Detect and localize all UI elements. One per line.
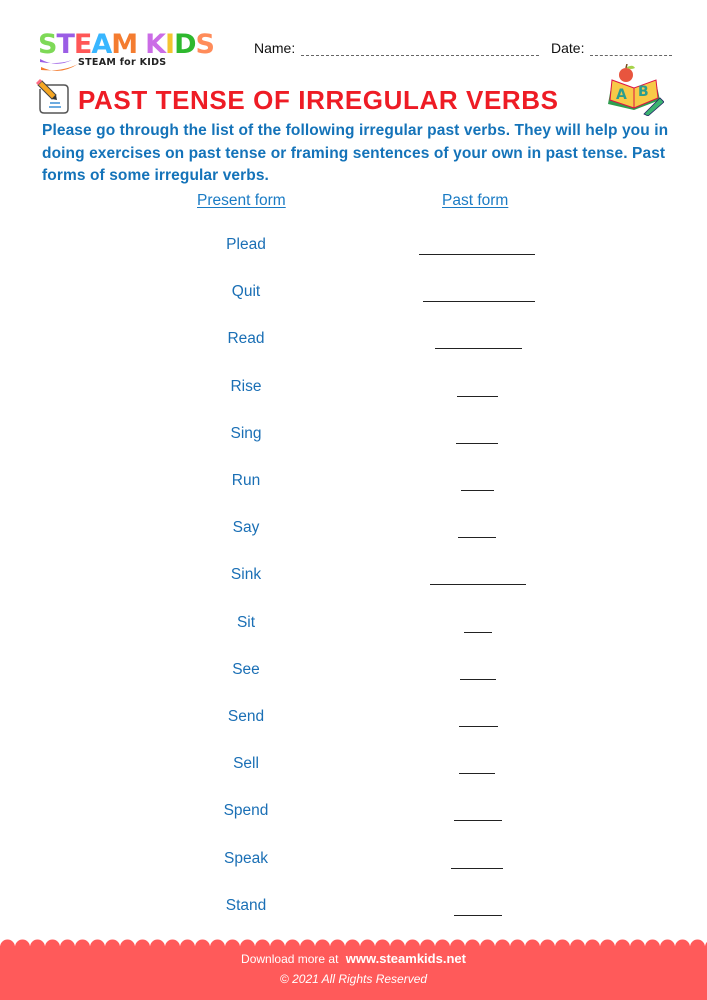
name-label: Name: — [254, 40, 296, 56]
present-form-cell: Stand — [225, 896, 267, 914]
present-form-cell: See — [232, 660, 260, 678]
date-label: Date: — [551, 40, 585, 56]
logo-letter: K — [145, 29, 166, 60]
table-row: Send — [0, 708, 707, 755]
date-input-line[interactable] — [590, 43, 673, 56]
name-field[interactable]: Name: — [254, 40, 540, 56]
logo-tagline: STEAM for KIDS — [78, 57, 167, 68]
present-form-cell: Sink — [230, 566, 262, 584]
past-form-blank[interactable] — [457, 395, 498, 397]
steam-kids-logo: STEAM KIDS STEAM for KIDS — [38, 30, 238, 75]
logo-letter: M — [111, 29, 138, 60]
present-form-cell: Quit — [231, 283, 261, 301]
footer-download: Download more at www.steamkids.net — [0, 951, 707, 966]
table-row: Read — [0, 330, 707, 377]
table-row: Speak — [0, 850, 707, 897]
name-input-line[interactable] — [301, 43, 540, 56]
table-row: Rise — [0, 378, 707, 425]
present-form-cell: Send — [227, 708, 265, 725]
present-form-cell: Plead — [226, 236, 266, 253]
footer-website-link[interactable]: www.steamkids.net — [346, 951, 466, 966]
present-form-cell: Sell — [233, 755, 259, 773]
footer-download-text: Download more at — [241, 952, 339, 966]
logo-letter: I — [165, 29, 175, 60]
present-form-cell: Speak — [224, 849, 268, 867]
past-form-blank[interactable] — [451, 867, 503, 869]
table-row: Spend — [0, 802, 707, 849]
table-row: Plead — [0, 236, 707, 283]
table-row: Sing — [0, 425, 707, 472]
page-title: PAST TENSE OF IRREGULAR VERBS — [78, 85, 559, 115]
past-form-blank[interactable] — [464, 631, 492, 633]
logo-swoosh-icon — [40, 59, 78, 71]
past-form-blank[interactable] — [435, 348, 522, 350]
svg-text:B: B — [638, 84, 649, 100]
table-row: Sit — [0, 614, 707, 661]
past-form-blank[interactable] — [419, 254, 535, 255]
present-form-cell: Read — [227, 330, 265, 348]
table-row: Sink — [0, 566, 707, 613]
table-row: Quit — [0, 283, 707, 330]
present-form-cell: Run — [231, 472, 261, 489]
logo-letter: D — [174, 29, 196, 60]
present-form-cell: Sing — [230, 424, 262, 442]
footer-copyright: © 2021 All Rights Reserved — [279, 972, 428, 986]
date-field[interactable]: Date: — [551, 40, 673, 56]
past-form-blank[interactable] — [459, 773, 495, 775]
logo-letter: A — [91, 29, 112, 60]
past-form-header: Past form — [442, 192, 509, 209]
past-form-blank[interactable] — [456, 442, 498, 444]
past-form-blank[interactable] — [459, 726, 498, 727]
past-form-blank[interactable] — [454, 820, 502, 822]
svg-text:A: A — [616, 87, 627, 103]
table-row: Say — [0, 519, 707, 566]
past-form-blank[interactable] — [423, 301, 535, 303]
past-form-blank[interactable] — [461, 490, 494, 491]
pencil-document-icon — [36, 79, 69, 114]
table-row: See — [0, 661, 707, 708]
table-row: Run — [0, 472, 707, 519]
present-form-header: Present form — [197, 192, 286, 209]
present-form-cell: Say — [232, 519, 260, 537]
past-form-blank[interactable] — [460, 678, 496, 680]
instructions-text: Please go through the list of the follow… — [42, 122, 669, 184]
present-form-cell: Spend — [223, 802, 269, 820]
logo-letter: S — [195, 29, 215, 60]
past-form-blank[interactable] — [454, 914, 502, 916]
table-row: Stand — [0, 897, 707, 944]
present-form-cell: Rise — [230, 377, 262, 395]
past-form-blank[interactable] — [430, 584, 526, 586]
past-form-blank[interactable] — [458, 537, 496, 539]
table-row: Sell — [0, 755, 707, 802]
abc-book-icon: A B — [608, 64, 664, 116]
present-form-cell: Sit — [236, 613, 256, 631]
